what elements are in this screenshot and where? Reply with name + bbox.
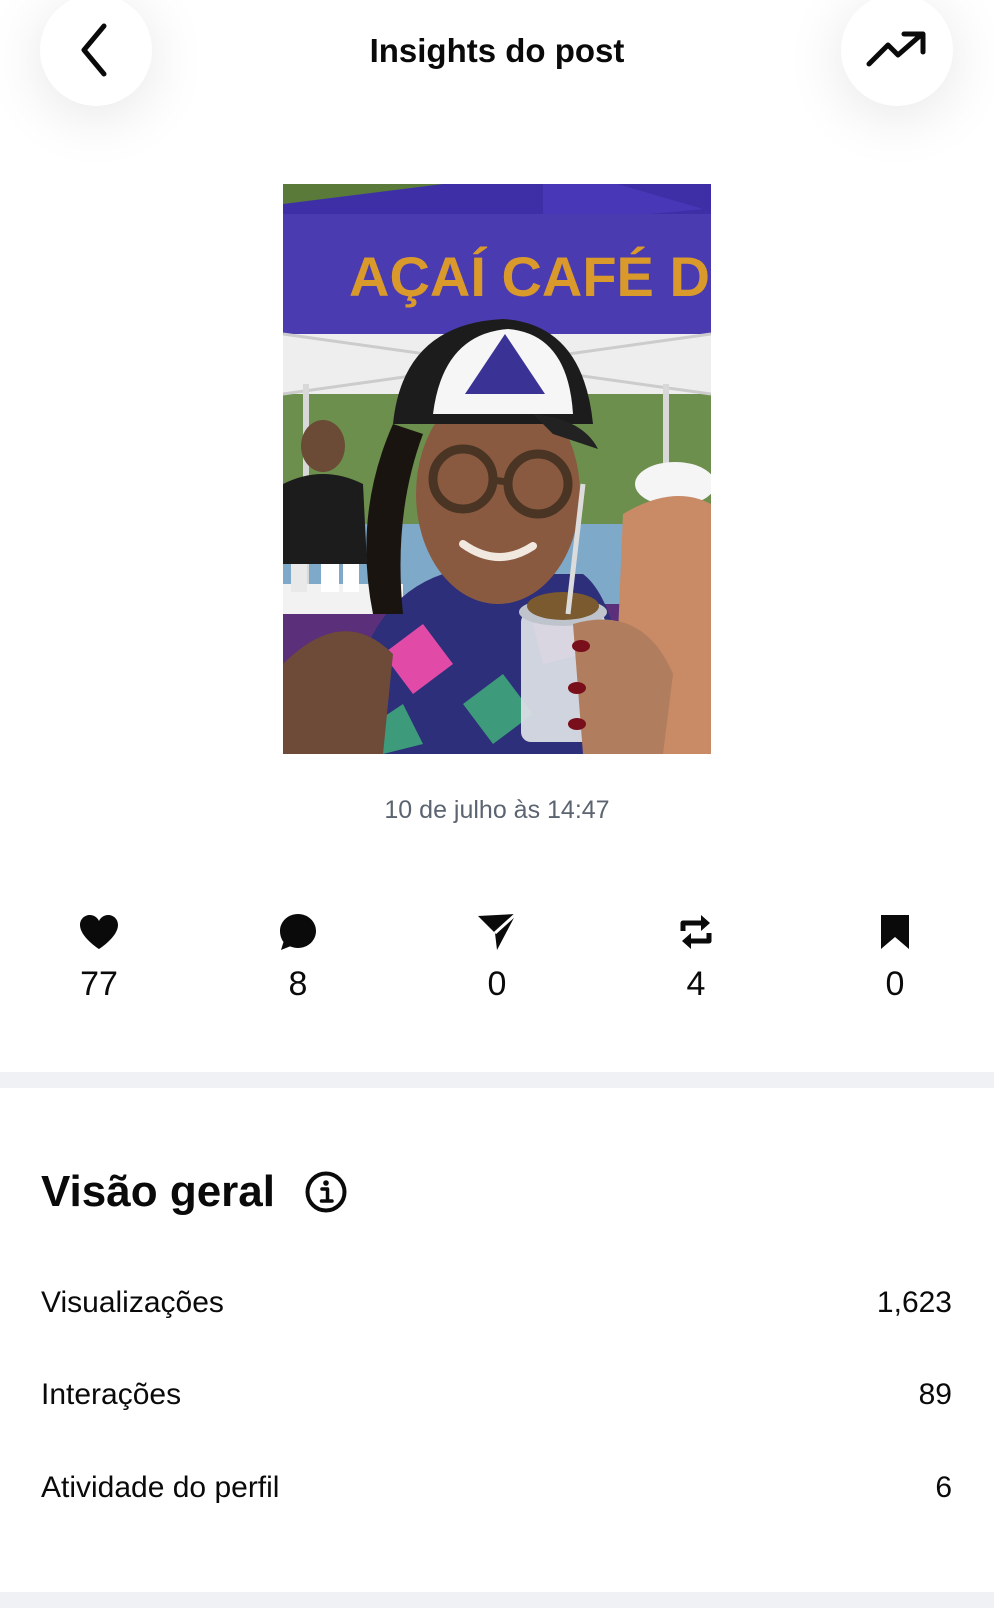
send-icon [478, 912, 518, 950]
metric-interactions-label: Interações [41, 1378, 182, 1411]
bookmark-icon [881, 915, 909, 949]
section-divider [0, 1072, 994, 1088]
banner-text: AÇAÍ CAFÉ D [349, 245, 710, 308]
info-icon[interactable] [304, 1170, 348, 1214]
trends-button[interactable] [841, 0, 953, 106]
post-photo-illustration: AÇAÍ CAFÉ D [283, 184, 711, 754]
metric-views-value: 1,623 [876, 1286, 952, 1319]
metric-interactions-value: 89 [918, 1378, 952, 1411]
header: Insights do post [0, 0, 994, 140]
stat-likes: 77 [39, 908, 159, 1018]
metric-interactions: Interações 89 [41, 1370, 952, 1420]
stat-comments: 8 [238, 908, 358, 1018]
repost-icon [680, 915, 712, 949]
heart-icon [80, 915, 118, 949]
comment-icon [280, 914, 316, 950]
trending-up-icon [866, 31, 926, 67]
metric-profile-activity[interactable]: Atividade do perfil 6 [41, 1463, 952, 1513]
post-image[interactable]: AÇAÍ CAFÉ D [283, 184, 711, 754]
stat-saves: 0 [835, 908, 955, 1018]
post-date: 10 de julho às 14:47 [384, 796, 610, 824]
stat-saves-value: 0 [885, 965, 905, 1003]
metric-views: Visualizações 1,623 [41, 1278, 952, 1328]
stat-shares: 0 [437, 908, 557, 1018]
metric-profile-activity-label: Atividade do perfil [41, 1471, 280, 1504]
overview-title: Visão geral [41, 1167, 275, 1216]
metric-profile-activity-value: 6 [935, 1471, 952, 1504]
stat-reposts: 4 [636, 908, 756, 1018]
stat-shares-value: 0 [487, 965, 507, 1003]
stat-likes-value: 77 [80, 965, 118, 1003]
bottom-divider [0, 1592, 994, 1608]
metric-views-label: Visualizações [41, 1286, 224, 1319]
stat-comments-value: 8 [288, 965, 308, 1003]
stat-reposts-value: 4 [686, 965, 706, 1003]
